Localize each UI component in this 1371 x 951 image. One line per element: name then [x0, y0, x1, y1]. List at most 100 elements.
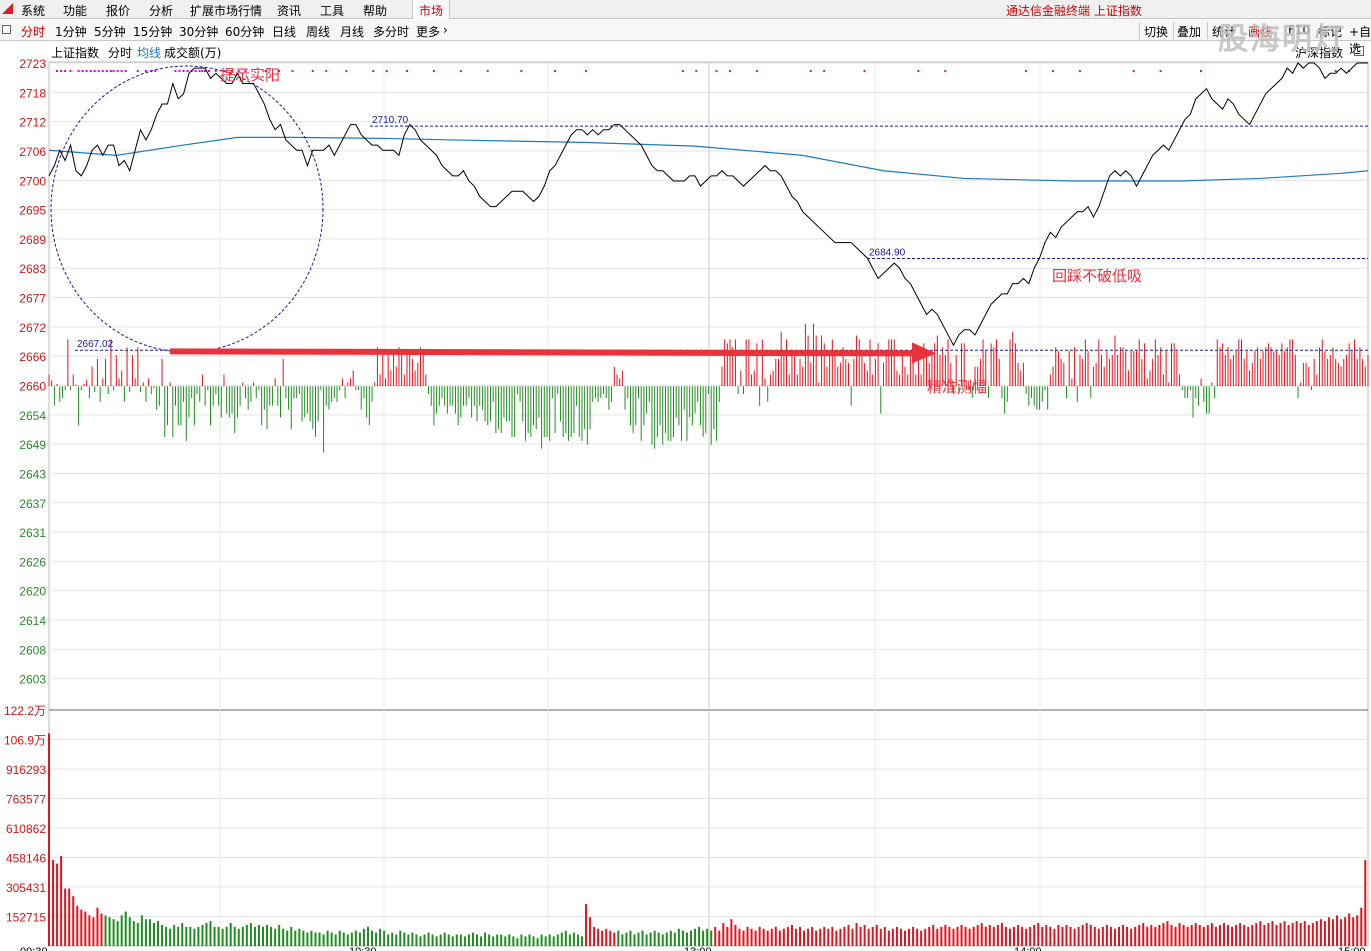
signal-marker	[385, 70, 388, 72]
signal-marker	[520, 70, 523, 72]
signal-marker	[89, 70, 92, 72]
signal-marker	[144, 70, 147, 72]
signal-marker	[372, 70, 375, 72]
signal-marker	[1159, 70, 1162, 72]
volume-tick-label: 458146	[6, 852, 46, 866]
reference-label: 2710.70	[372, 115, 409, 126]
price-tick-label: 2660	[19, 380, 46, 394]
volume-tick-label: 916293	[6, 763, 46, 777]
signal-marker	[214, 70, 217, 72]
signal-marker	[1051, 70, 1054, 72]
signal-marker	[101, 70, 104, 72]
signal-marker	[1132, 70, 1135, 72]
signal-marker	[97, 70, 100, 72]
signal-marker	[77, 70, 80, 72]
signal-marker	[1334, 70, 1337, 72]
signal-marker	[174, 70, 177, 72]
signal-marker	[1200, 70, 1203, 72]
signal-marker	[85, 70, 88, 72]
signal-marker	[695, 70, 698, 72]
signal-marker	[1025, 70, 1028, 72]
volume-tick-label: 106.9万	[4, 734, 46, 748]
signal-marker	[60, 70, 63, 72]
signal-marker	[105, 70, 108, 72]
time-tick-label: 14:00	[1014, 946, 1042, 951]
time-tick-label: 13:00	[684, 946, 712, 951]
annotation-text: 回踩不破低吸	[1052, 268, 1142, 285]
price-tick-label: 2723	[19, 57, 46, 71]
time-tick-label: 10:30	[349, 946, 377, 951]
signal-marker	[715, 70, 718, 72]
price-tick-label: 2695	[19, 204, 46, 218]
signal-marker	[432, 70, 435, 72]
signal-marker	[112, 70, 115, 72]
signal-marker	[64, 70, 67, 72]
signal-marker	[291, 70, 294, 72]
ellipse-annotation	[50, 65, 324, 353]
price-tick-label: 2677	[19, 292, 46, 306]
price-tick-label: 2626	[19, 555, 46, 569]
signal-marker	[120, 70, 123, 72]
signal-marker	[182, 70, 185, 72]
signal-marker	[459, 70, 462, 72]
annotation-text: 精准测幅	[927, 379, 987, 396]
time-tick-label: 09:30	[20, 946, 48, 951]
price-tick-label: 2706	[19, 145, 46, 159]
signal-marker	[681, 70, 684, 72]
volume-tick-label: 610862	[6, 822, 46, 836]
price-tick-label: 2689	[19, 233, 46, 247]
price-tick-label: 2608	[19, 643, 46, 657]
volume-tick-label: 305431	[6, 881, 46, 895]
annotation-text: 提示实阳	[220, 67, 280, 84]
signal-marker	[405, 70, 408, 72]
signal-marker	[1078, 70, 1081, 72]
price-tick-label: 2672	[19, 321, 46, 335]
signal-marker	[944, 70, 947, 72]
signal-marker	[124, 70, 127, 72]
signal-marker	[136, 70, 139, 72]
price-tick-label: 2643	[19, 467, 46, 481]
signal-marker	[81, 70, 84, 72]
signal-marker	[755, 70, 758, 72]
volume-tick-label: 152715	[6, 911, 46, 925]
price-tick-label: 2654	[19, 409, 46, 423]
price-tick-label: 2603	[19, 673, 46, 687]
signal-marker	[553, 70, 556, 72]
signal-marker	[186, 70, 189, 72]
price-tick-label: 2666	[19, 350, 46, 364]
reference-label: 2684.90	[869, 247, 906, 258]
price-tick-label: 2712	[19, 116, 46, 130]
signal-marker	[93, 70, 96, 72]
signal-marker	[486, 70, 489, 72]
price-tick-label: 2614	[19, 614, 46, 628]
time-tick-label: 15:00	[1338, 946, 1366, 951]
signal-marker	[823, 70, 826, 72]
signal-marker	[201, 70, 204, 72]
signal-marker	[325, 70, 328, 72]
signal-marker	[116, 70, 119, 72]
signal-marker	[728, 70, 731, 72]
signal-marker	[69, 70, 72, 72]
signal-marker	[56, 70, 58, 72]
watermark: 股海明灯	[1218, 22, 1346, 57]
price-tick-label: 2683	[19, 262, 46, 276]
signal-marker	[917, 70, 920, 72]
signal-marker	[178, 70, 181, 72]
signal-marker	[584, 70, 587, 72]
price-tick-label: 2620	[19, 585, 46, 599]
signal-marker	[208, 70, 211, 72]
volume-tick-label: 763577	[6, 793, 46, 807]
intraday-chart: 2723 2718 2712 2706 2700 2695 2689 2683 2677 2672…	[4, 57, 1369, 951]
price-tick-label: 2718	[19, 86, 46, 100]
reference-label: 2667.02	[77, 339, 114, 350]
signal-marker	[863, 70, 866, 72]
signal-marker	[198, 70, 201, 72]
price-tick-label: 2637	[19, 497, 46, 511]
price-tick-label: 2700	[19, 174, 46, 188]
price-tick-label: 2649	[19, 438, 46, 452]
signal-marker	[194, 70, 197, 72]
signal-marker	[109, 70, 112, 72]
signal-marker	[809, 70, 812, 72]
signal-marker	[311, 70, 314, 72]
signal-marker	[345, 70, 348, 72]
